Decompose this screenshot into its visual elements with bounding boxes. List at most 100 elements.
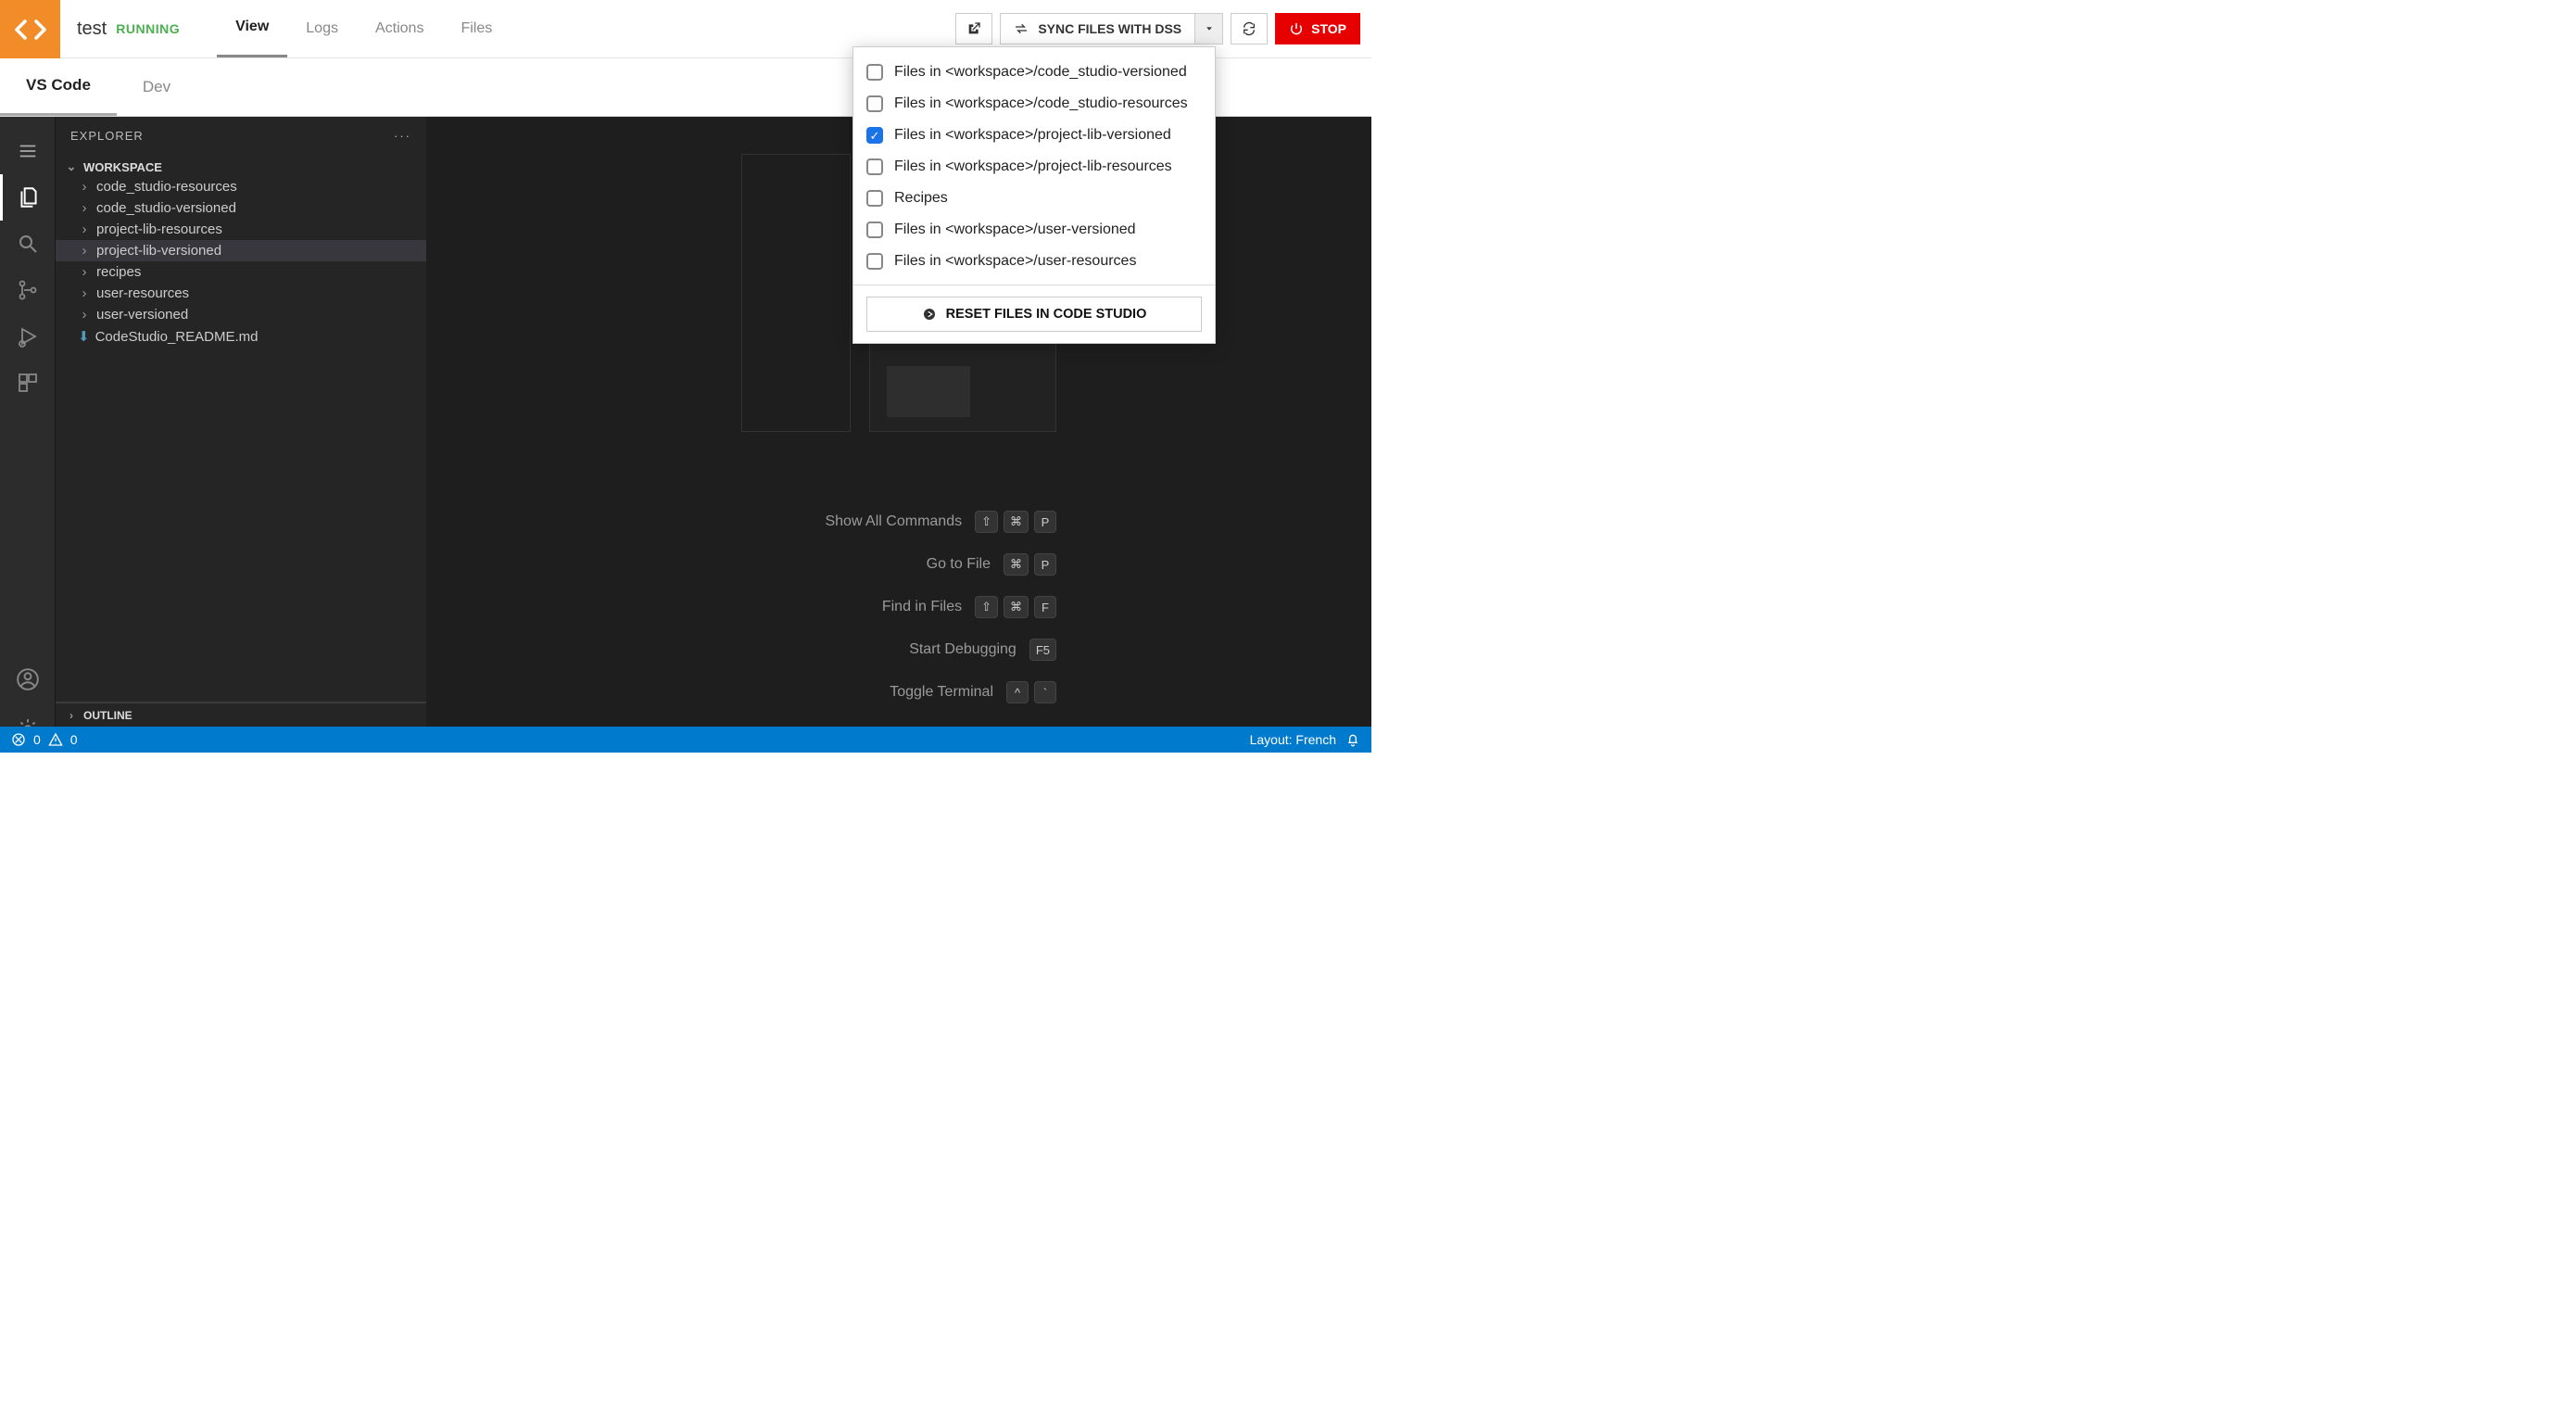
debug-icon[interactable] xyxy=(0,313,56,360)
checkbox[interactable] xyxy=(866,127,883,144)
status-bar: 0 0 Layout: French xyxy=(0,727,1371,753)
sync-option-label: Files in <workspace>/project-lib-resourc… xyxy=(894,158,1172,175)
sync-option[interactable]: Files in <workspace>/user-versioned xyxy=(853,214,1215,246)
item-label: user-resources xyxy=(96,285,189,301)
shortcut-keys: ⌘P xyxy=(1004,553,1056,576)
sync-button[interactable]: SYNC FILES WITH DSS xyxy=(1000,13,1195,44)
key: F5 xyxy=(1029,639,1056,661)
sub-tab-label: Dev xyxy=(143,78,170,96)
item-label: code_studio-resources xyxy=(96,179,237,195)
open-external-button[interactable] xyxy=(955,13,992,44)
key: ⌘ xyxy=(1004,511,1029,533)
more-icon[interactable]: ··· xyxy=(394,129,411,143)
tab-label: Files xyxy=(461,20,492,37)
sub-tab-vscode[interactable]: VS Code xyxy=(0,57,117,116)
explorer-icon[interactable] xyxy=(0,174,56,221)
item-label: code_studio-versioned xyxy=(96,200,236,216)
item-label: CodeStudio_README.md xyxy=(95,329,259,345)
shortcut-row: Find in Files⇧⌘F xyxy=(882,596,1056,618)
folder-item[interactable]: ›project-lib-versioned xyxy=(56,240,426,261)
status-left[interactable]: 0 0 xyxy=(11,732,78,747)
shortcut-keys: F5 xyxy=(1029,639,1056,661)
bell-icon[interactable] xyxy=(1345,732,1360,747)
chevron-right-icon: › xyxy=(78,285,91,301)
error-icon xyxy=(11,732,26,747)
outline-section[interactable]: ›OUTLINE xyxy=(56,703,426,728)
shortcut-label: Go to File xyxy=(927,556,991,573)
sync-option[interactable]: Files in <workspace>/code_studio-version… xyxy=(853,57,1215,88)
shortcuts-list: Show All Commands⇧⌘PGo to File⌘PFind in … xyxy=(741,511,1056,703)
sync-option-label: Files in <workspace>/project-lib-version… xyxy=(894,127,1171,144)
key: ⇧ xyxy=(975,596,998,618)
search-icon[interactable] xyxy=(0,221,56,267)
brand-tile[interactable] xyxy=(0,0,60,58)
chevron-right-icon: › xyxy=(78,243,91,259)
sync-group: SYNC FILES WITH DSS xyxy=(1000,13,1223,44)
explorer-sidebar: EXPLORER ··· ⌄WORKSPACE › code_studio-res… xyxy=(56,117,426,753)
key: P xyxy=(1034,553,1056,576)
sync-dropdown-toggle[interactable] xyxy=(1195,13,1223,44)
tab-view[interactable]: View xyxy=(217,0,287,57)
checkbox[interactable] xyxy=(866,64,883,81)
folder-item[interactable]: › project-lib-resources xyxy=(56,219,426,240)
tab-label: Actions xyxy=(375,20,423,37)
folder-item[interactable]: › user-resources xyxy=(56,283,426,304)
code-icon xyxy=(14,13,47,46)
menu-icon[interactable] xyxy=(0,128,56,174)
tab-logs[interactable]: Logs xyxy=(287,0,357,57)
checkbox[interactable] xyxy=(866,158,883,175)
sync-option[interactable]: Files in <workspace>/project-lib-version… xyxy=(853,120,1215,151)
refresh-button[interactable] xyxy=(1231,13,1268,44)
chevron-right-icon: › xyxy=(78,179,91,195)
external-link-icon xyxy=(966,21,981,36)
chevron-right-icon: › xyxy=(78,222,91,237)
checkbox[interactable] xyxy=(866,222,883,238)
sync-option[interactable]: Files in <workspace>/user-resources xyxy=(853,246,1215,277)
key: ⌘ xyxy=(1004,553,1029,576)
checkbox[interactable] xyxy=(866,190,883,207)
main-tabs: View Logs Actions Files xyxy=(217,0,511,57)
extensions-icon[interactable] xyxy=(0,360,56,406)
sync-option-label: Files in <workspace>/user-resources xyxy=(894,253,1136,270)
checkbox[interactable] xyxy=(866,95,883,112)
explorer-title: EXPLORER xyxy=(70,129,144,143)
scm-icon[interactable] xyxy=(0,267,56,313)
key: F xyxy=(1034,596,1056,618)
sync-option-label: Files in <workspace>/code_studio-resourc… xyxy=(894,95,1188,112)
item-label: project-lib-resources xyxy=(96,222,222,237)
shortcut-row: Go to File ⌘P xyxy=(927,553,1056,576)
chevron-right-icon: › xyxy=(78,200,91,216)
status-right: Layout: French xyxy=(1250,732,1360,747)
chevron-right-icon: › xyxy=(78,264,91,280)
key: ⌘ xyxy=(1004,596,1029,618)
file-item[interactable]: ⬇CodeStudio_README.md xyxy=(56,325,426,348)
layout-indicator[interactable]: Layout: French xyxy=(1250,732,1336,747)
shortcut-keys: ⇧⌘P xyxy=(975,511,1056,533)
sync-option-label: Files in <workspace>/code_studio-version… xyxy=(894,64,1187,81)
folder-item[interactable]: ›user-versioned xyxy=(56,304,426,325)
reset-icon xyxy=(922,307,937,322)
reset-label: RESET FILES IN CODE STUDIO xyxy=(946,307,1147,322)
sub-tab-dev[interactable]: Dev xyxy=(117,57,196,116)
tab-actions[interactable]: Actions xyxy=(357,0,442,57)
stop-button[interactable]: STOP xyxy=(1275,13,1360,44)
checkbox[interactable] xyxy=(866,253,883,270)
sync-dropdown-panel: Files in <workspace>/code_studio-version… xyxy=(852,46,1216,344)
sync-option[interactable]: Files in <workspace>/code_studio-resourc… xyxy=(853,88,1215,120)
folder-item[interactable]: › code_studio-versioned xyxy=(56,197,426,219)
shortcut-keys: ⇧ ⌘F xyxy=(975,596,1056,618)
key: ` xyxy=(1034,681,1056,703)
sync-label: SYNC FILES WITH DSS xyxy=(1038,21,1181,36)
sync-option[interactable]: Recipes xyxy=(853,183,1215,214)
shortcut-label: Start Debugging xyxy=(909,641,1017,658)
file-tree: ⌄WORKSPACE › code_studio-resources › code_s… xyxy=(56,154,426,702)
key: P xyxy=(1034,511,1056,533)
folder-item[interactable]: ›recipes xyxy=(56,261,426,283)
reset-files-button[interactable]: RESET FILES IN CODE STUDIO xyxy=(866,297,1202,332)
sync-arrows-icon xyxy=(1014,21,1029,36)
tab-files[interactable]: Files xyxy=(442,0,511,57)
folder-item[interactable]: › code_studio-resources xyxy=(56,176,426,197)
sync-option[interactable]: Files in <workspace>/project-lib-resourc… xyxy=(853,151,1215,183)
account-icon[interactable] xyxy=(0,656,56,703)
workspace-section[interactable]: ⌄WORKSPACE xyxy=(56,158,426,176)
